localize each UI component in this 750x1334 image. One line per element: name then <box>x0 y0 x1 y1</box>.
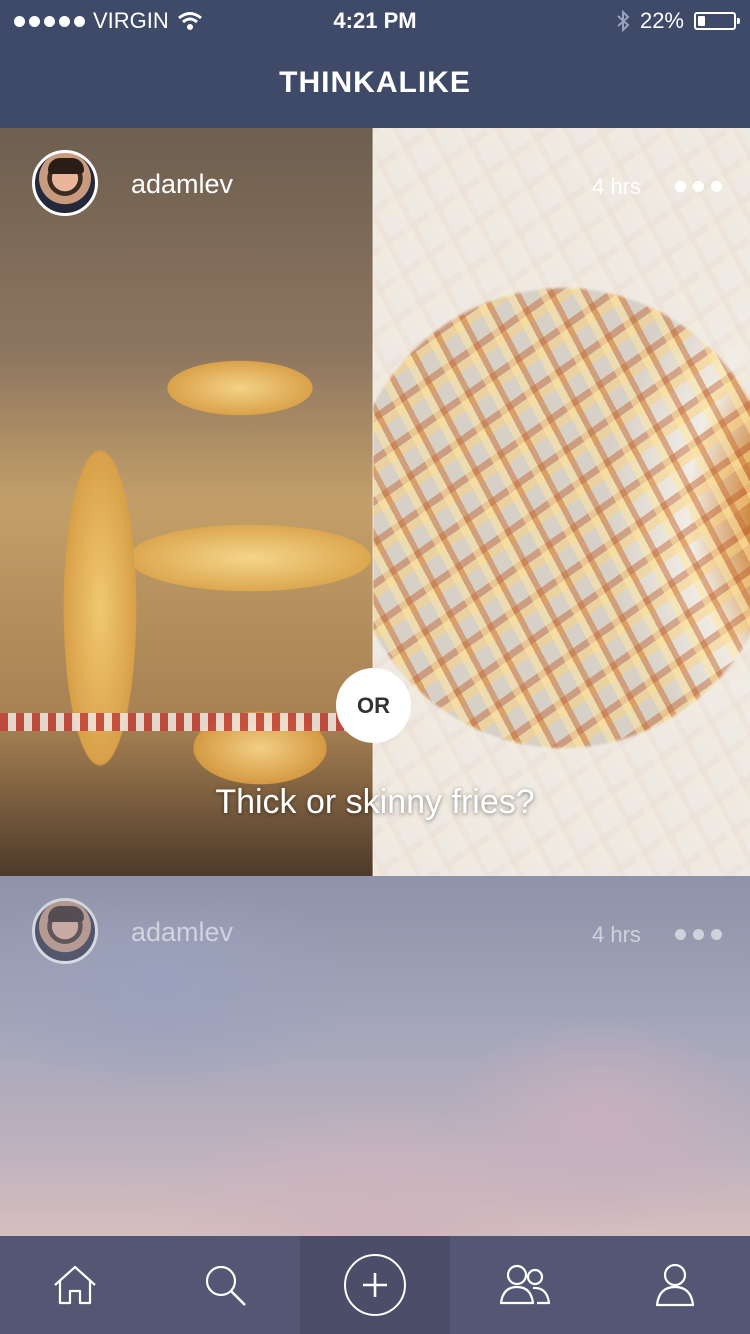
add-icon <box>344 1254 406 1316</box>
or-badge: OR <box>336 668 411 743</box>
post-question: Thick or skinny fries? <box>215 783 535 821</box>
tab-search[interactable] <box>150 1236 300 1334</box>
tray-edge <box>0 713 373 731</box>
search-icon <box>205 1265 246 1306</box>
home-icon <box>54 1265 96 1305</box>
post-card: adamlev 4 hrs <box>0 876 750 1236</box>
option-a-thick-fries-image[interactable] <box>0 128 373 876</box>
battery-fill <box>698 16 705 26</box>
avatar[interactable] <box>32 898 98 964</box>
bluetooth-icon <box>617 9 630 33</box>
post-card: adamlev 4 hrs OR Thick or skinny fries? <box>0 128 750 876</box>
post-username[interactable]: adamlev <box>131 917 233 948</box>
post-username[interactable]: adamlev <box>131 169 233 200</box>
option-b-skinny-fries-image[interactable] <box>373 128 750 876</box>
friends-icon <box>499 1264 551 1305</box>
status-bar: VIRGIN 4:21 PM 22% <box>0 0 750 42</box>
profile-icon <box>655 1263 695 1307</box>
status-right: 22% <box>616 8 740 34</box>
page-title: THINKALIKE <box>279 66 471 99</box>
battery-percent: 22% <box>639 8 684 33</box>
top-bar: VIRGIN 4:21 PM 22% THINKALIKE <box>0 0 750 128</box>
avatar[interactable] <box>32 150 98 216</box>
post-time: 4 hrs <box>592 174 641 199</box>
more-options-icon[interactable] <box>675 181 722 192</box>
tab-home[interactable] <box>0 1236 150 1334</box>
more-options-icon[interactable] <box>675 929 722 940</box>
image-divider <box>372 128 374 876</box>
battery-icon <box>694 12 740 30</box>
post-time: 4 hrs <box>592 922 641 947</box>
tab-profile[interactable] <box>600 1236 750 1334</box>
tab-friends[interactable] <box>450 1236 600 1334</box>
tab-add[interactable] <box>300 1236 450 1334</box>
tab-bar <box>0 1236 750 1334</box>
